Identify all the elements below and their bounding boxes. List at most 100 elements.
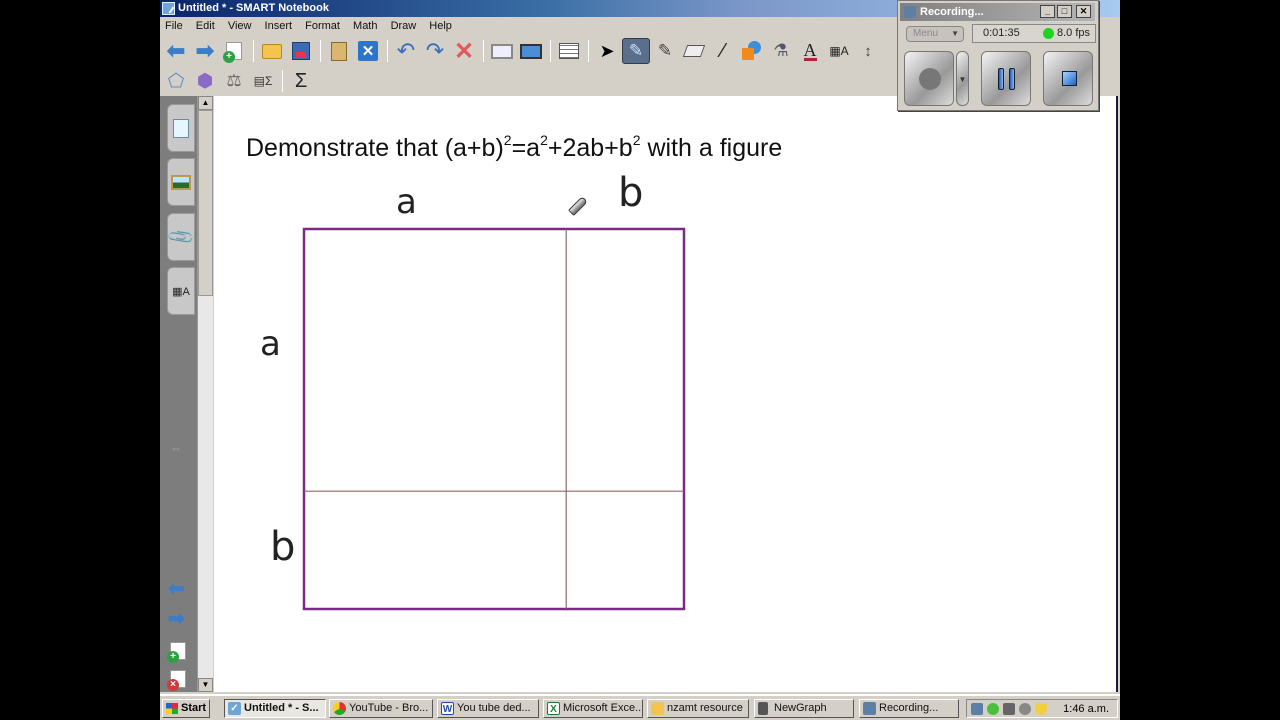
equation-button[interactable]: Σ bbox=[287, 68, 315, 94]
table-button[interactable] bbox=[555, 38, 583, 64]
pen-icon: ✎ bbox=[628, 41, 644, 60]
recorder-icon bbox=[904, 6, 916, 18]
recorder-menu-dropdown[interactable]: Menu ▼ bbox=[906, 26, 964, 42]
network-disconnected-icon[interactable] bbox=[1003, 703, 1015, 715]
open-file-icon bbox=[262, 43, 282, 59]
toolbar-separator bbox=[387, 40, 388, 62]
outer-square[interactable] bbox=[302, 227, 686, 611]
menu-edit[interactable]: Edit bbox=[191, 17, 220, 32]
chat-tray-icon[interactable] bbox=[987, 703, 999, 715]
menu-format[interactable]: Format bbox=[300, 17, 345, 32]
stop-button[interactable] bbox=[1043, 51, 1093, 106]
properties-button[interactable]: ▦A bbox=[825, 38, 853, 64]
properties-icon: ▦A bbox=[172, 285, 190, 298]
task-youtube-browser[interactable]: YouTube - Bro... bbox=[329, 699, 433, 718]
previous-page-icon[interactable]: ⬅ bbox=[168, 576, 185, 601]
task-word-document[interactable]: W You tube ded... bbox=[437, 699, 539, 718]
paste-button[interactable] bbox=[325, 38, 353, 64]
next-page-icon[interactable]: ➡ bbox=[168, 606, 185, 631]
menu-help[interactable]: Help bbox=[424, 17, 457, 32]
undo-icon: ↶ bbox=[396, 38, 416, 63]
smart-notebook-icon bbox=[162, 2, 175, 15]
sidebar-scrollbar[interactable]: ▲ ▼ bbox=[197, 96, 213, 692]
fill-icon: ⚗ bbox=[773, 41, 789, 60]
task-nzamt-resource-folder[interactable]: nzamt resource bbox=[647, 699, 749, 718]
table-icon bbox=[559, 43, 579, 59]
compass-icon: ⚖ bbox=[226, 71, 242, 90]
start-button[interactable]: Start bbox=[162, 699, 210, 718]
security-shield-icon[interactable] bbox=[1035, 703, 1047, 715]
previous-page-button[interactable]: ⬅ bbox=[162, 38, 190, 64]
creative-pen-button[interactable]: ✎ bbox=[651, 38, 679, 64]
text-button[interactable]: A bbox=[796, 38, 824, 64]
task-recording[interactable]: Recording... bbox=[859, 699, 959, 718]
redo-button[interactable]: ↷ bbox=[421, 38, 449, 64]
recorder-tray-icon[interactable] bbox=[971, 703, 983, 715]
line-tool-button[interactable]: ⁄ bbox=[709, 38, 737, 64]
measurement-tools-button[interactable]: ⚖ bbox=[220, 68, 248, 94]
record-icon bbox=[919, 68, 941, 90]
delete-page-icon[interactable] bbox=[167, 670, 186, 691]
next-page-button[interactable]: ➡ bbox=[191, 38, 219, 64]
pause-button[interactable] bbox=[981, 51, 1031, 106]
task-smart-notebook[interactable]: ✓ Untitled * - S... bbox=[224, 699, 326, 718]
label-top-b[interactable]: b bbox=[618, 170, 643, 216]
fill-button[interactable]: ⚗ bbox=[767, 38, 795, 64]
stop-icon bbox=[1062, 71, 1077, 86]
open-file-button[interactable] bbox=[258, 38, 286, 64]
toolbar-separator bbox=[588, 40, 589, 62]
resize-handle-icon[interactable]: ⇔ bbox=[170, 441, 182, 455]
frame-rate: 8.0 fps bbox=[1057, 27, 1091, 39]
shape-recognition-button[interactable]: ⬢ bbox=[191, 68, 219, 94]
screen-shade-button[interactable] bbox=[488, 38, 516, 64]
shapes-button[interactable] bbox=[738, 38, 766, 64]
properties-tab[interactable]: ▦A bbox=[167, 267, 195, 315]
task-label: NewGraph bbox=[774, 702, 827, 714]
clock[interactable]: 1:46 a.m. bbox=[1063, 701, 1109, 718]
toolbar-separator bbox=[550, 40, 551, 62]
move-toolbar-button[interactable]: ↕ bbox=[854, 38, 882, 64]
toolbar-separator bbox=[282, 70, 283, 92]
scroll-thumb[interactable] bbox=[198, 110, 213, 296]
record-options-button[interactable]: ▼ bbox=[956, 51, 969, 106]
table-sum-button[interactable]: ▤Σ bbox=[249, 68, 277, 94]
menu-insert[interactable]: Insert bbox=[260, 17, 298, 32]
scroll-down-button[interactable]: ▼ bbox=[198, 678, 213, 692]
label-left-b[interactable]: b bbox=[270, 524, 295, 570]
page-sorter-tab[interactable] bbox=[167, 104, 195, 152]
menu-view[interactable]: View bbox=[223, 17, 257, 32]
add-page-icon[interactable] bbox=[167, 642, 186, 663]
close-button[interactable]: ✕ bbox=[1076, 5, 1091, 18]
screen-shade-icon bbox=[491, 43, 513, 59]
label-top-a[interactable]: a bbox=[396, 182, 417, 222]
eraser-button[interactable] bbox=[680, 38, 708, 64]
select-tool-button[interactable]: ➤ bbox=[593, 38, 621, 64]
attachments-tab[interactable]: 📎 bbox=[166, 213, 196, 261]
full-screen-button[interactable]: ✕ bbox=[354, 38, 382, 64]
undo-button[interactable]: ↶ bbox=[392, 38, 420, 64]
add-page-button[interactable] bbox=[220, 38, 248, 64]
scroll-up-button[interactable]: ▲ bbox=[198, 96, 213, 110]
smart-notebook-icon: ✓ bbox=[228, 702, 241, 715]
page-heading[interactable]: Demonstrate that (a+b)2=a2+2ab+b2 with a… bbox=[246, 133, 782, 163]
maximize-button[interactable]: □ bbox=[1057, 5, 1072, 18]
task-excel[interactable]: X Microsoft Exce... bbox=[543, 699, 643, 718]
label-left-a[interactable]: a bbox=[260, 324, 281, 364]
notebook-page[interactable]: Demonstrate that (a+b)2=a2+2ab+b2 with a… bbox=[214, 96, 1118, 692]
menu-file[interactable]: File bbox=[160, 17, 188, 32]
save-button[interactable] bbox=[287, 38, 315, 64]
gallery-tab[interactable] bbox=[167, 158, 195, 206]
menu-draw[interactable]: Draw bbox=[386, 17, 422, 32]
pen-tool-button[interactable]: ✎ bbox=[622, 38, 650, 64]
volume-icon[interactable] bbox=[1019, 703, 1031, 715]
menu-math[interactable]: Math bbox=[348, 17, 382, 32]
delete-button[interactable]: ✕ bbox=[450, 38, 478, 65]
status-indicator-icon bbox=[1043, 28, 1054, 39]
task-newgraph[interactable]: NewGraph bbox=[754, 699, 854, 718]
display-button[interactable] bbox=[517, 38, 545, 64]
creative-pen-icon: ✎ bbox=[657, 41, 673, 60]
square-figure[interactable] bbox=[302, 227, 688, 613]
minimize-button[interactable]: _ bbox=[1040, 5, 1055, 18]
record-button[interactable] bbox=[904, 51, 954, 106]
polygon-button[interactable]: ⬠ bbox=[162, 68, 190, 94]
